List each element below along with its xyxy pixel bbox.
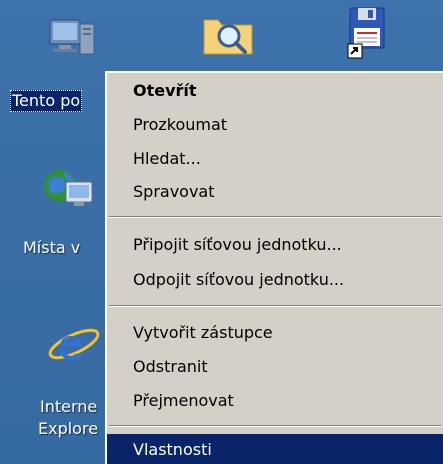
menu-item-create-shortcut[interactable]: Vytvořit zástupce — [107, 317, 443, 349]
search-folder-icon[interactable] — [200, 6, 256, 62]
menu-item-delete[interactable]: Odstranit — [107, 351, 443, 383]
menu-item-disconnect-network-drive[interactable]: Odpojit síťovou jednotku... — [107, 264, 443, 296]
menu-separator — [109, 305, 441, 307]
internet-explorer-label-line2[interactable]: Explore — [38, 418, 98, 440]
menu-item-manage[interactable]: Spravovat — [107, 176, 443, 208]
menu-separator — [109, 425, 441, 427]
my-computer-icon[interactable] — [44, 8, 100, 64]
menu-item-properties[interactable]: Vlastnosti — [107, 434, 443, 464]
menu-item-open[interactable]: Otevřít — [107, 75, 443, 107]
internet-explorer-icon[interactable] — [44, 316, 100, 372]
network-places-icon[interactable] — [40, 160, 96, 216]
floppy-shortcut-icon[interactable] — [340, 4, 396, 60]
network-places-label[interactable]: Místa v — [23, 237, 80, 259]
menu-separator — [109, 216, 441, 218]
desktop: Tento po Místa v Interne Explore Otevřít… — [0, 0, 443, 464]
menu-item-map-network-drive[interactable]: Připojit síťovou jednotku... — [107, 229, 443, 261]
my-computer-label[interactable]: Tento po — [10, 90, 83, 112]
internet-explorer-label-line1[interactable]: Interne — [40, 396, 97, 418]
menu-item-search[interactable]: Hledat... — [107, 143, 443, 175]
menu-item-explore[interactable]: Prozkoumat — [107, 109, 443, 141]
context-menu: Otevřít Prozkoumat Hledat... Spravovat P… — [105, 71, 443, 464]
menu-item-rename[interactable]: Přejmenovat — [107, 385, 443, 417]
